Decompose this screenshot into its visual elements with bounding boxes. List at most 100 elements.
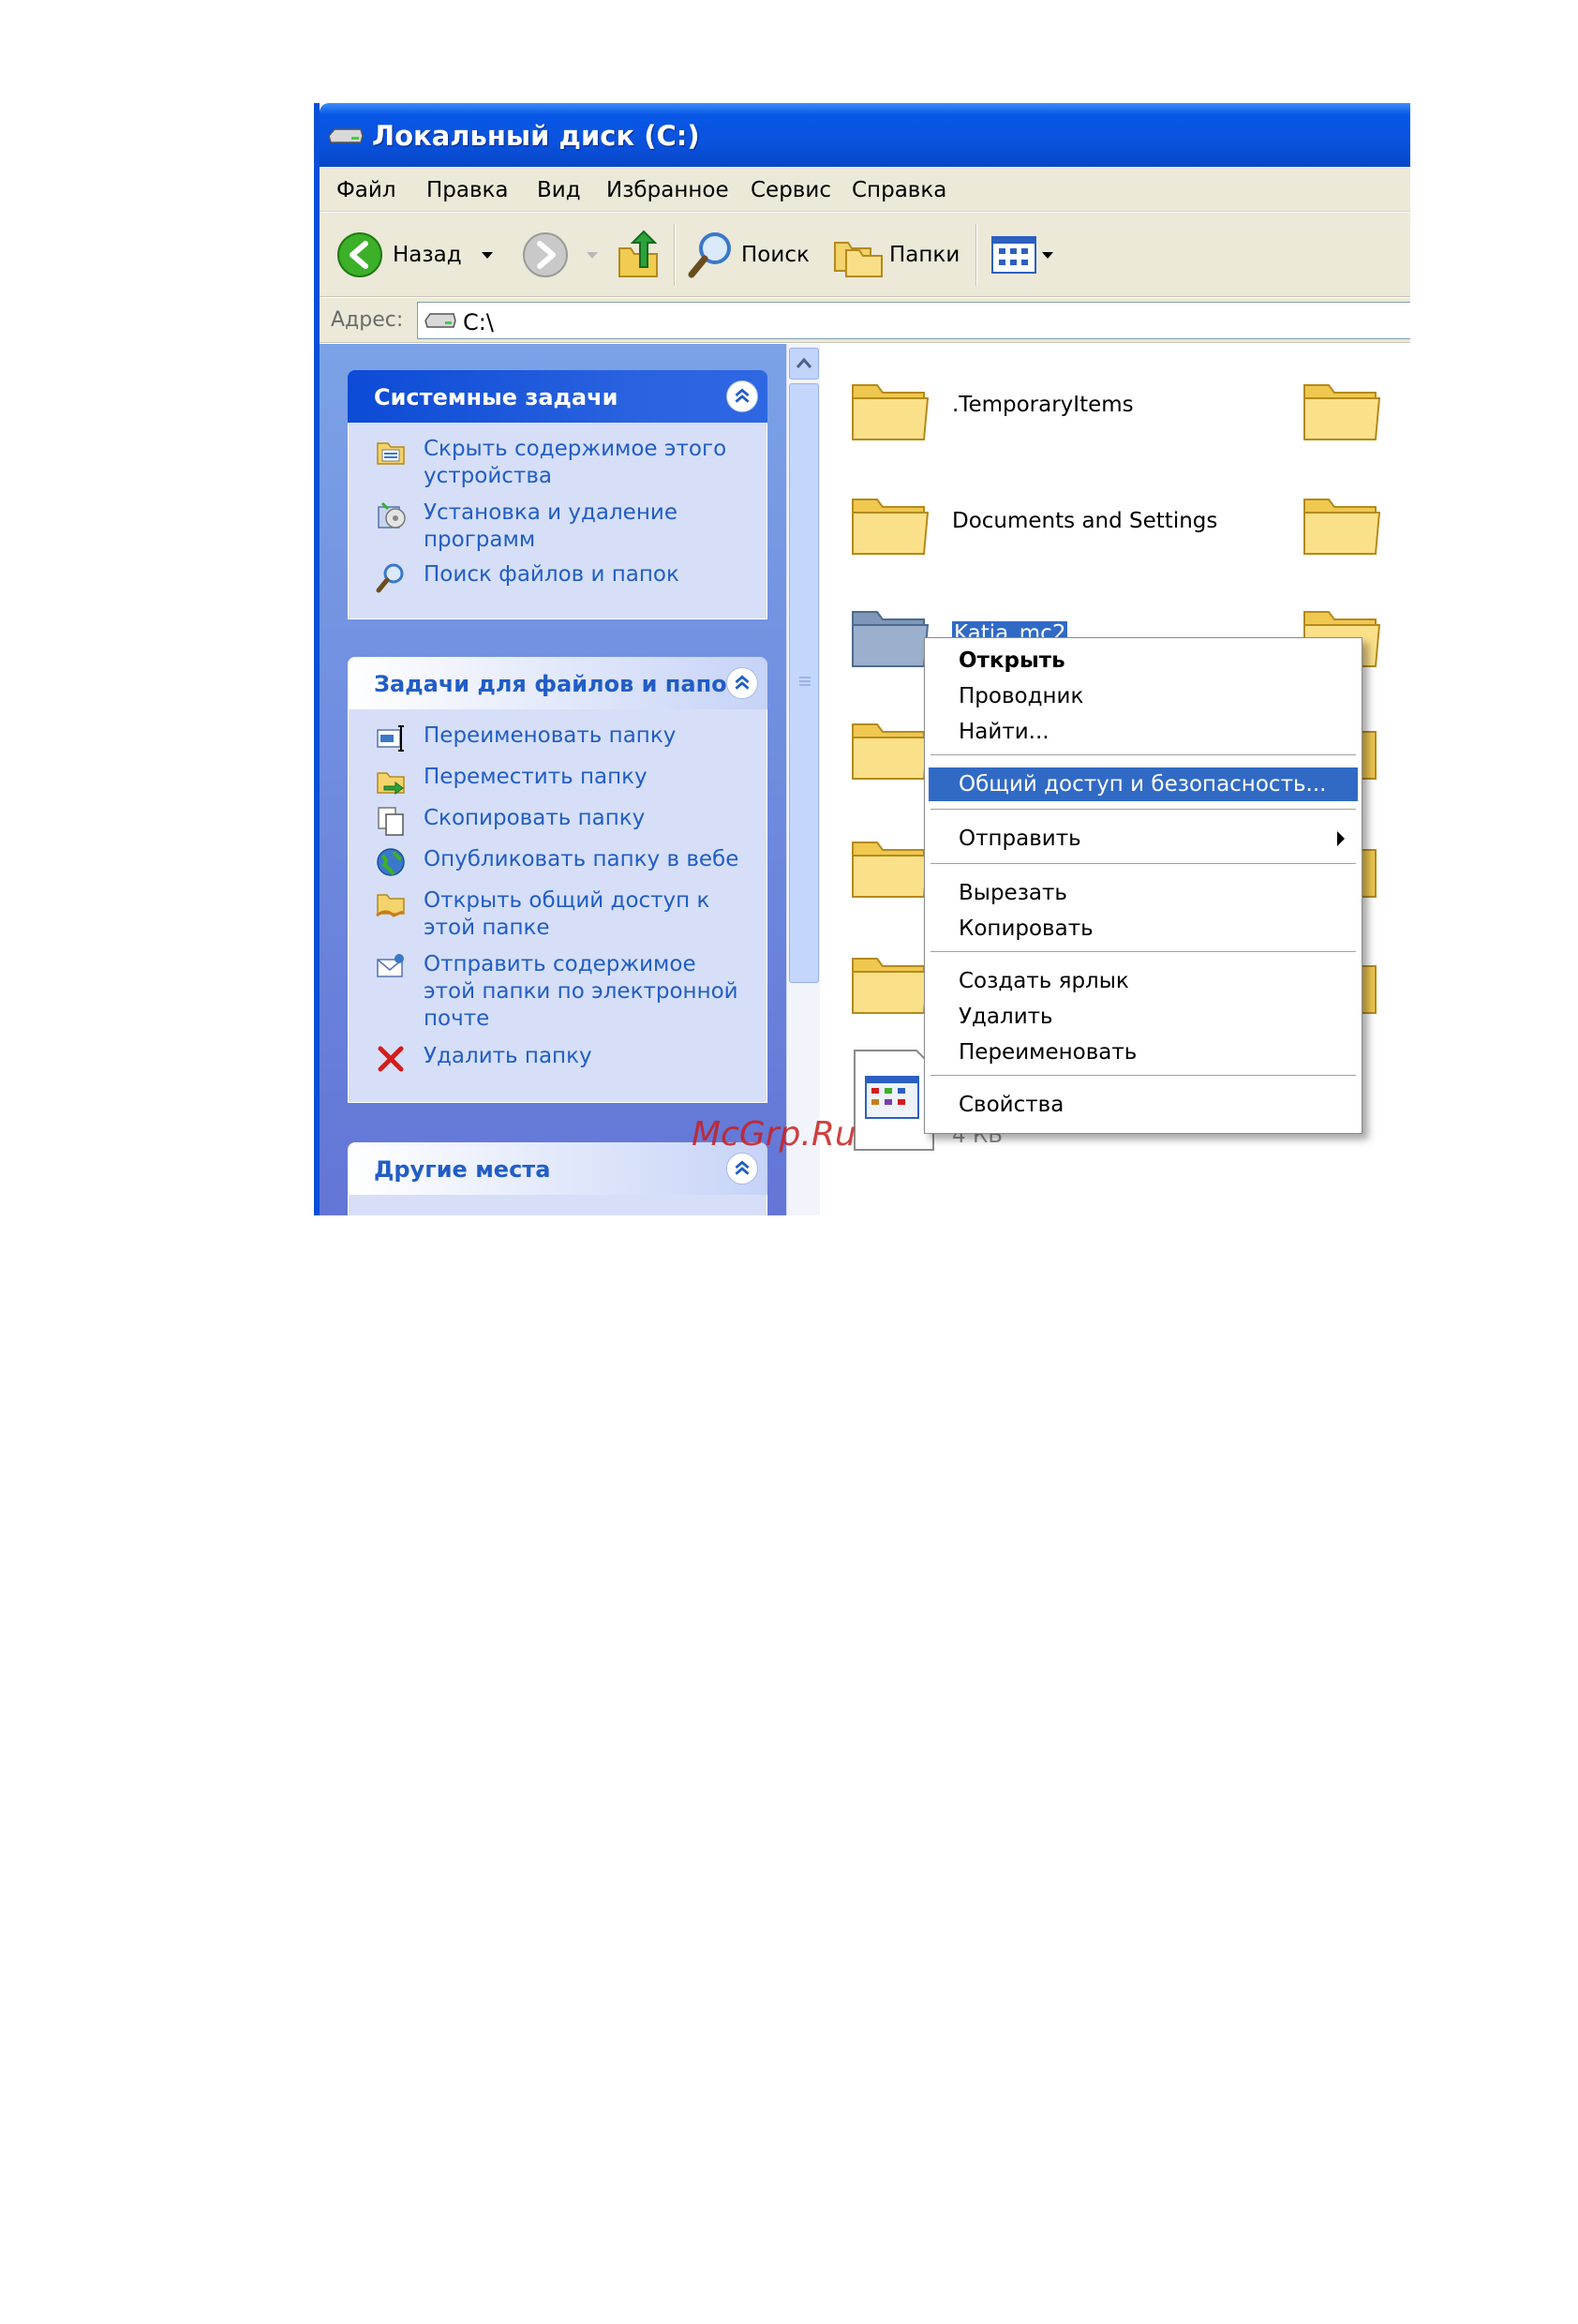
forward-dropdown-icon[interactable]	[586, 250, 599, 260]
task-move-folder[interactable]: Переместить папку	[424, 764, 648, 791]
file-tasks-panel: Переименовать папку Переместить папку Ск…	[348, 709, 767, 1103]
chevron-up-icon	[796, 357, 812, 368]
collapse-icon[interactable]	[726, 380, 758, 412]
menu-edit[interactable]: Правка	[426, 178, 509, 202]
toolbar-separator	[674, 224, 676, 286]
search-button[interactable]: Поиск	[687, 230, 810, 280]
collapse-icon[interactable]	[726, 1153, 758, 1184]
menu-separator	[930, 1075, 1356, 1077]
folders-button[interactable]: Папки	[833, 230, 960, 280]
menu-item-cut[interactable]: Вырезать	[929, 876, 1358, 910]
system-tasks-title: Системные задачи	[374, 384, 618, 410]
menu-item-sharing-security[interactable]: Общий доступ и безопасность...	[929, 767, 1358, 801]
views-dropdown-icon[interactable]	[1041, 250, 1054, 260]
collapse-icon[interactable]	[726, 667, 758, 699]
magnifier-icon	[688, 232, 731, 278]
search-label: Поиск	[741, 243, 810, 267]
back-label: Назад	[393, 243, 462, 267]
move-icon	[377, 772, 405, 795]
address-bar: Адрес: C:\	[320, 298, 1410, 343]
menu-item-properties[interactable]: Свойства	[929, 1088, 1358, 1122]
globe-icon	[377, 848, 405, 876]
task-rename-folder[interactable]: Переименовать папку	[424, 723, 676, 750]
scroll-up-button[interactable]	[789, 348, 819, 380]
back-dropdown-icon[interactable]	[481, 250, 494, 260]
toolbar: Назад Поиск Папки	[320, 213, 1410, 297]
menu-bar: Файл Правка Вид Избранное Сервис Справка	[320, 167, 1410, 212]
folder-icon[interactable]	[849, 372, 931, 443]
email-icon	[377, 954, 404, 977]
drive-icon	[424, 313, 456, 328]
menu-item-open[interactable]: Открыть	[929, 644, 1358, 678]
task-add-remove-programs[interactable]: Установка и удаление программ	[424, 499, 677, 554]
rename-icon	[377, 725, 404, 752]
menu-tools[interactable]: Сервис	[751, 178, 831, 202]
menu-item-create-shortcut[interactable]: Создать ярлык	[929, 964, 1358, 998]
task-email-contents[interactable]: Отправить содержимое этой папки по элект…	[424, 951, 738, 1033]
forward-arrow-icon[interactable]	[522, 231, 569, 278]
address-value: C:\	[463, 309, 494, 335]
folder-icon[interactable]	[849, 946, 931, 1017]
copy-icon	[378, 807, 404, 836]
up-folder-icon[interactable]	[616, 228, 661, 280]
back-arrow-icon	[337, 232, 382, 277]
drive-icon	[328, 128, 364, 143]
title-bar[interactable]: Локальный диск (C:)	[320, 103, 1410, 167]
task-copy-folder[interactable]: Скопировать папку	[424, 805, 645, 832]
task-delete-folder[interactable]: Удалить папку	[424, 1043, 592, 1070]
back-button[interactable]: Назад	[336, 231, 462, 278]
watermark: McGrp.Ru	[692, 1115, 856, 1154]
hide-contents-icon	[377, 442, 405, 465]
task-publish-web[interactable]: Опубликовать папку в вебе	[424, 846, 738, 873]
share-folder-icon	[376, 894, 405, 917]
scroll-thumb[interactable]	[789, 383, 819, 983]
folder-icon[interactable]	[849, 829, 931, 901]
menu-view[interactable]: Вид	[537, 178, 581, 202]
window-title: Локальный диск (C:)	[372, 120, 700, 152]
menu-separator	[930, 754, 1356, 756]
file-name[interactable]: Documents and Settings	[952, 509, 1217, 533]
add-remove-programs-icon	[378, 501, 406, 529]
menu-item-send-to-label: Отправить	[959, 827, 1081, 851]
address-label: Адрес:	[331, 308, 404, 332]
views-icon[interactable]	[990, 235, 1037, 275]
toolbar-separator	[975, 224, 977, 286]
menu-item-delete[interactable]: Удалить	[929, 1000, 1358, 1034]
submenu-arrow-icon	[1337, 831, 1345, 846]
explorer-window: Локальный диск (C:) Файл Правка Вид Избр…	[314, 103, 1410, 1215]
task-hide-contents[interactable]: Скрыть содержимое этого устройства	[424, 436, 726, 490]
task-pane: Системные задачи Скрыть содержимое этого…	[320, 344, 786, 1215]
folder-icon[interactable]	[849, 711, 931, 782]
folders-label: Папки	[889, 243, 960, 267]
menu-separator	[930, 809, 1356, 811]
menu-favorites[interactable]: Избранное	[606, 178, 729, 202]
grip-icon	[799, 677, 811, 686]
selected-folder-icon[interactable]	[849, 599, 931, 670]
system-tasks-header[interactable]: Системные задачи	[348, 370, 767, 423]
menu-separator	[930, 863, 1356, 865]
menu-item-copy[interactable]: Копировать	[929, 912, 1358, 946]
menu-item-rename[interactable]: Переименовать	[929, 1035, 1358, 1069]
file-tasks-header[interactable]: Задачи для файлов и папок	[348, 657, 767, 709]
task-share-folder[interactable]: Открыть общий доступ к этой папке	[424, 887, 709, 942]
file-tasks-title: Задачи для файлов и папок	[374, 671, 742, 697]
menu-separator	[930, 951, 1356, 953]
folders-icon	[834, 242, 883, 277]
address-field[interactable]: C:\	[417, 302, 1410, 339]
other-places-panel	[348, 1195, 767, 1215]
file-name[interactable]: .TemporaryItems	[952, 393, 1134, 417]
folder-icon[interactable]	[1301, 486, 1383, 558]
menu-file[interactable]: Файл	[336, 178, 396, 202]
scrollbar[interactable]	[786, 344, 820, 1215]
context-menu: Открыть Проводник Найти... Общий доступ …	[924, 637, 1362, 1134]
delete-icon	[378, 1046, 404, 1072]
folder-icon[interactable]	[1301, 372, 1383, 443]
system-tasks-panel: Скрыть содержимое этого устройства Устан…	[348, 423, 767, 619]
folder-icon[interactable]	[849, 486, 931, 558]
menu-help[interactable]: Справка	[852, 178, 946, 202]
menu-item-find[interactable]: Найти...	[929, 715, 1358, 749]
task-search-files[interactable]: Поиск файлов и папок	[424, 561, 679, 588]
menu-item-explorer[interactable]: Проводник	[929, 679, 1358, 713]
other-places-title: Другие места	[374, 1156, 551, 1183]
menu-item-send-to[interactable]: Отправить	[929, 822, 1358, 856]
